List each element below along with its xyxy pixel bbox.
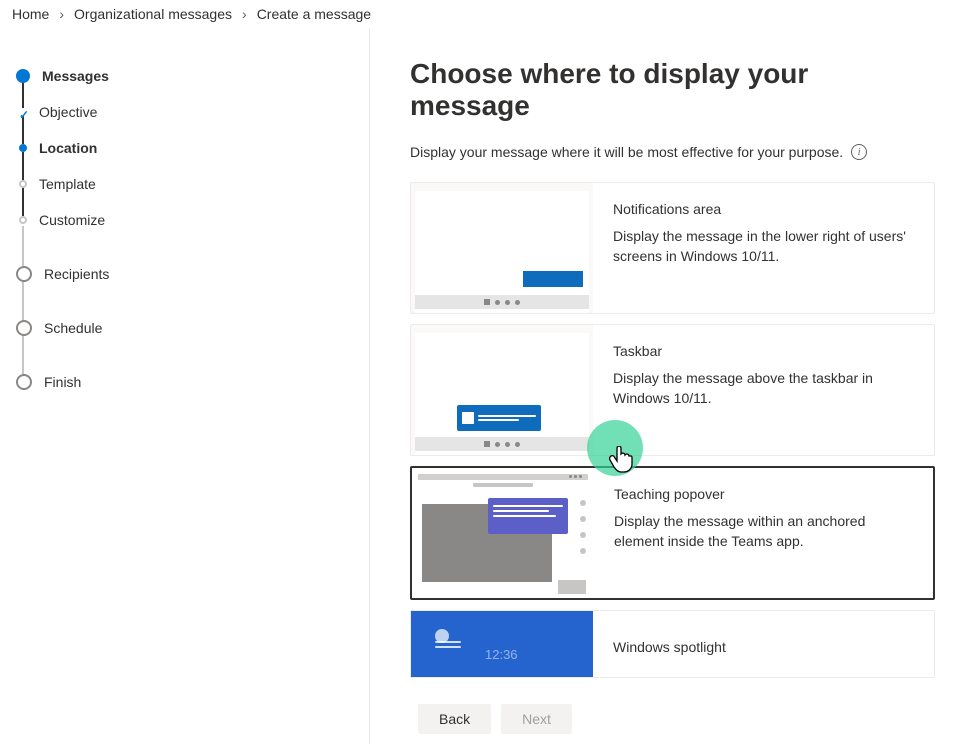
step-label: Location xyxy=(39,140,97,156)
step-label: Template xyxy=(39,176,96,192)
option-notifications-area[interactable]: Notifications area Display the message i… xyxy=(410,182,935,314)
option-windows-spotlight[interactable]: 12:36 Windows spotlight xyxy=(410,610,935,678)
step-recipients[interactable]: Recipients xyxy=(12,256,357,292)
option-taskbar[interactable]: Taskbar Display the message above the ta… xyxy=(410,324,935,456)
stepper: Messages Objective Location Template Cus… xyxy=(12,58,357,400)
step-label: Schedule xyxy=(44,320,102,336)
step-finish[interactable]: Finish xyxy=(12,364,357,400)
step-schedule[interactable]: Schedule xyxy=(12,310,357,346)
step-dot-icon xyxy=(16,69,30,83)
back-button[interactable]: Back xyxy=(418,704,491,734)
option-teaching-popover[interactable]: Teaching popover Display the message wit… xyxy=(410,466,935,600)
page-subtitle: Display your message where it will be mo… xyxy=(410,144,843,160)
checkmark-icon xyxy=(19,108,27,116)
step-template[interactable]: Template xyxy=(12,166,357,202)
step-dot-icon xyxy=(16,320,32,336)
next-button[interactable]: Next xyxy=(501,704,572,734)
breadcrumb-org-messages[interactable]: Organizational messages xyxy=(74,6,232,22)
step-dot-icon xyxy=(19,144,27,152)
option-title: Taskbar xyxy=(613,343,920,359)
step-messages[interactable]: Messages xyxy=(12,58,357,94)
wizard-sidebar: Messages Objective Location Template Cus… xyxy=(0,28,370,744)
step-dot-icon xyxy=(16,374,32,390)
option-thumbnail: 12:36 xyxy=(411,611,593,677)
step-objective[interactable]: Objective xyxy=(12,94,357,130)
option-thumbnail xyxy=(412,468,594,598)
spotlight-time: 12:36 xyxy=(485,647,518,662)
step-dot-icon xyxy=(19,180,27,188)
wizard-footer: Back Next xyxy=(418,692,975,746)
option-title: Teaching popover xyxy=(614,486,919,502)
option-description: Display the message in the lower right o… xyxy=(613,227,920,266)
page-title: Choose where to display your message xyxy=(410,58,935,122)
option-title: Notifications area xyxy=(613,201,920,217)
step-label: Objective xyxy=(39,104,97,120)
step-label: Finish xyxy=(44,374,81,390)
option-description: Display the message above the taskbar in… xyxy=(613,369,920,408)
option-thumbnail xyxy=(411,325,593,455)
step-label: Messages xyxy=(42,68,109,84)
step-customize[interactable]: Customize xyxy=(12,202,357,238)
step-dot-icon xyxy=(16,266,32,282)
main-content: Choose where to display your message Dis… xyxy=(370,28,975,744)
step-label: Customize xyxy=(39,212,105,228)
option-thumbnail xyxy=(411,183,593,313)
breadcrumb-home[interactable]: Home xyxy=(12,6,49,22)
option-title: Windows spotlight xyxy=(613,639,920,655)
info-icon[interactable]: i xyxy=(851,144,867,160)
step-label: Recipients xyxy=(44,266,109,282)
option-description: Display the message within an anchored e… xyxy=(614,512,919,551)
breadcrumb-current: Create a message xyxy=(257,6,371,22)
chevron-right-icon: › xyxy=(242,6,247,22)
step-dot-icon xyxy=(19,216,27,224)
breadcrumb: Home › Organizational messages › Create … xyxy=(0,0,975,28)
step-location[interactable]: Location xyxy=(12,130,357,166)
chevron-right-icon: › xyxy=(59,6,64,22)
